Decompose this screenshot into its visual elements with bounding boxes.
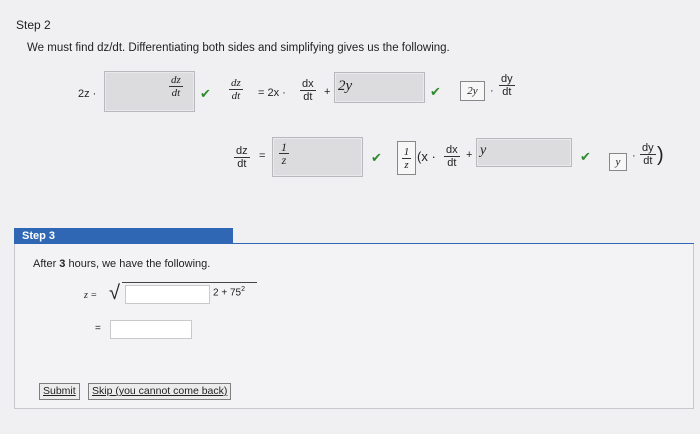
answer-box-dzdt[interactable]: dz dt	[104, 71, 195, 112]
step2-intro: We must find dz/dt. Differentiating both…	[27, 42, 450, 54]
answer-box-2y[interactable]: 2y	[334, 72, 425, 103]
frac-numerator: dx	[302, 78, 314, 90]
sqrt-input[interactable]	[125, 285, 210, 304]
frac-denominator: z	[404, 158, 409, 171]
small-box-1-over-z: 1 z	[397, 141, 416, 175]
frac-numerator: dz	[236, 145, 248, 157]
small-box-2y: 2y	[460, 81, 485, 101]
submit-button[interactable]: Submit	[39, 383, 80, 400]
frac-dxdt-2: dx dt	[444, 144, 460, 169]
result-input[interactable]	[110, 320, 192, 339]
answer-box-1-over-z[interactable]: 1 z	[272, 137, 363, 177]
frac-dydt-2: dy dt	[640, 142, 656, 167]
frac-dzdt-1: dz dt	[229, 77, 243, 102]
row1-prefix: 2z ·	[78, 88, 97, 100]
frac-dxdt: dx dt	[300, 78, 316, 103]
small-box-y: y	[609, 153, 627, 171]
paren-open-x: (x ·	[417, 149, 436, 164]
dot-sign: ·	[490, 85, 494, 97]
correct-check-icon: ✔	[371, 150, 382, 165]
frac-numerator: dy	[501, 73, 513, 85]
frac-numerator: dz	[171, 74, 181, 86]
eq-2x: = 2x ·	[258, 87, 286, 99]
step3-intro: After 3 hours, we have the following.	[33, 258, 210, 270]
dot-sign: ·	[632, 150, 636, 162]
frac-numerator: dx	[446, 144, 458, 156]
frac-denominator: dt	[502, 86, 512, 98]
answer-box-2y-value: 2y	[338, 78, 353, 94]
frac-denominator: dt	[643, 155, 653, 167]
plus-sign: +	[466, 149, 473, 161]
correct-check-icon: ✔	[430, 84, 441, 99]
sqrt-overline	[122, 282, 257, 283]
sqrt-tail-exponent: 2	[241, 286, 245, 293]
answer-box-1-over-z-fraction: 1 z	[279, 141, 289, 166]
frac-denominator: dt	[171, 87, 181, 99]
step3-intro-prefix: After	[33, 258, 60, 270]
frac-numerator: 1	[281, 140, 287, 154]
correct-check-icon: ✔	[200, 86, 211, 101]
frac-dzdt-2: dz dt	[234, 145, 250, 170]
step3-title: Step 3	[22, 230, 56, 242]
small-box-fraction: 1 z	[401, 145, 412, 171]
z-label: z =	[84, 290, 98, 301]
sqrt-symbol: √	[109, 282, 120, 304]
paren-close: )	[657, 144, 664, 166]
sqrt-tail: 2 + 752	[213, 286, 245, 298]
frac-denominator: dt	[447, 157, 457, 169]
eq-sign-2: =	[95, 323, 101, 334]
skip-button[interactable]: Skip (you cannot come back)	[88, 383, 232, 400]
answer-box-dzdt-fraction: dz dt	[169, 74, 183, 99]
sqrt-tail-text: 2 + 75	[213, 287, 242, 299]
correct-check-icon: ✔	[580, 149, 591, 164]
answer-box-y[interactable]: y	[476, 138, 572, 167]
step3-intro-suffix: hours, we have the following.	[65, 258, 211, 270]
frac-numerator: dy	[642, 142, 654, 154]
step2-title: Step 2	[16, 18, 51, 32]
step3-header: Step 3	[14, 228, 233, 244]
frac-numerator: 1	[403, 145, 410, 158]
frac-denominator: dt	[231, 90, 241, 102]
frac-dydt: dy dt	[499, 73, 515, 98]
eq-sign: =	[259, 150, 266, 162]
frac-denominator: dt	[303, 91, 313, 103]
frac-denominator: dt	[237, 158, 247, 170]
answer-box-y-value: y	[480, 143, 487, 158]
plus-sign: +	[324, 86, 331, 98]
frac-numerator: dz	[231, 77, 241, 89]
frac-denominator: z	[281, 153, 287, 167]
